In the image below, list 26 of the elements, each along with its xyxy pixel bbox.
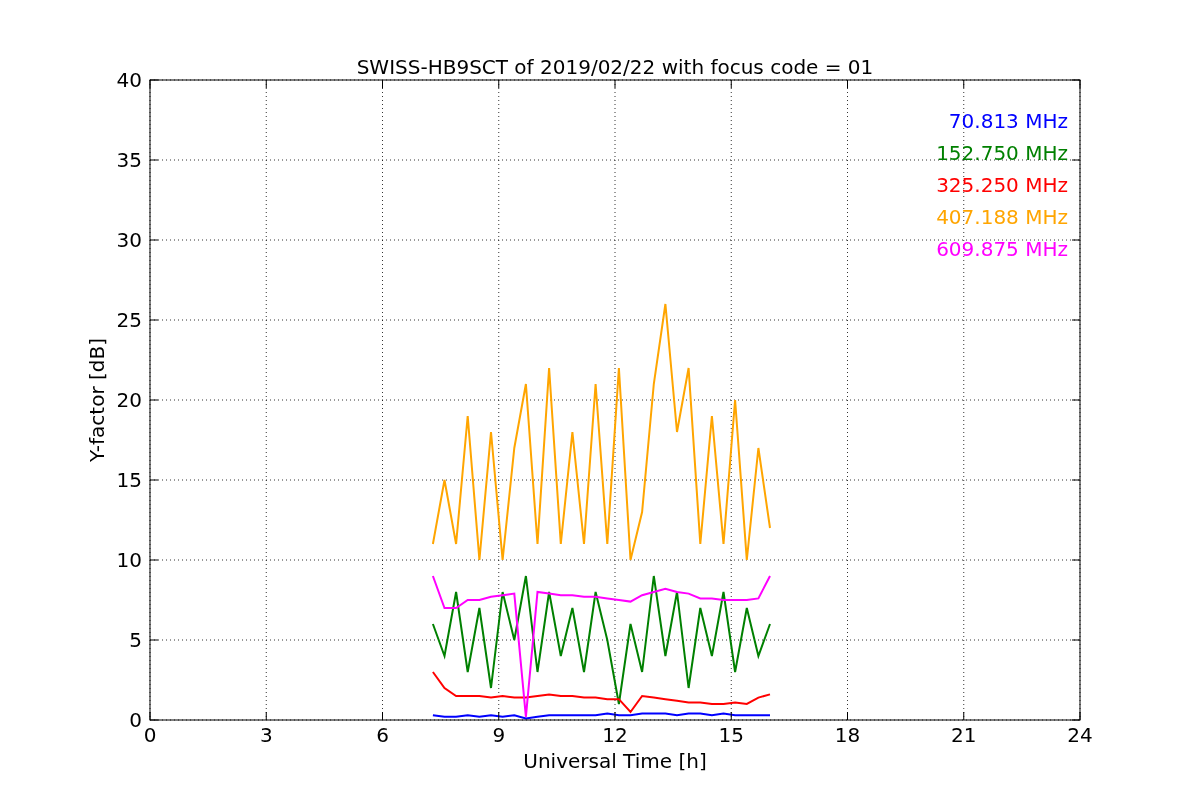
legend-label: 407.188 MHz xyxy=(936,205,1068,229)
chart-title: SWISS-HB9SCT of 2019/02/22 with focus code = 01 xyxy=(356,55,874,79)
x-tick-label: 6 xyxy=(376,723,389,747)
y-tick-label: 30 xyxy=(116,228,142,252)
x-tick-label: 15 xyxy=(718,723,744,747)
x-tick-label: 18 xyxy=(834,723,861,747)
y-tick-label: 0 xyxy=(129,708,142,732)
y-tick-label: 15 xyxy=(116,468,142,492)
y-tick-label: 10 xyxy=(116,548,142,572)
x-tick-label: 0 xyxy=(143,723,157,747)
x-tick-label: 24 xyxy=(1067,723,1093,747)
legend-label: 609.875 MHz xyxy=(936,237,1068,261)
y-tick-label: 40 xyxy=(116,68,142,92)
y-tick-label: 20 xyxy=(116,388,142,412)
y-tick-label: 35 xyxy=(116,148,142,172)
x-tick-label: 9 xyxy=(492,723,506,747)
x-tick-label: 12 xyxy=(602,723,628,747)
legend-label: 70.813 MHz xyxy=(948,109,1068,133)
y-axis-label: Y-factor [dB] xyxy=(85,338,109,462)
x-tick-label: 3 xyxy=(259,723,273,747)
legend-label: 152.750 MHz xyxy=(936,141,1068,165)
x-axis-label: Universal Time [h] xyxy=(523,749,707,773)
x-tick-label: 21 xyxy=(951,723,977,747)
y-tick-label: 5 xyxy=(129,628,142,652)
legend-label: 325.250 MHz xyxy=(936,173,1068,197)
y-tick-label: 25 xyxy=(116,308,142,332)
